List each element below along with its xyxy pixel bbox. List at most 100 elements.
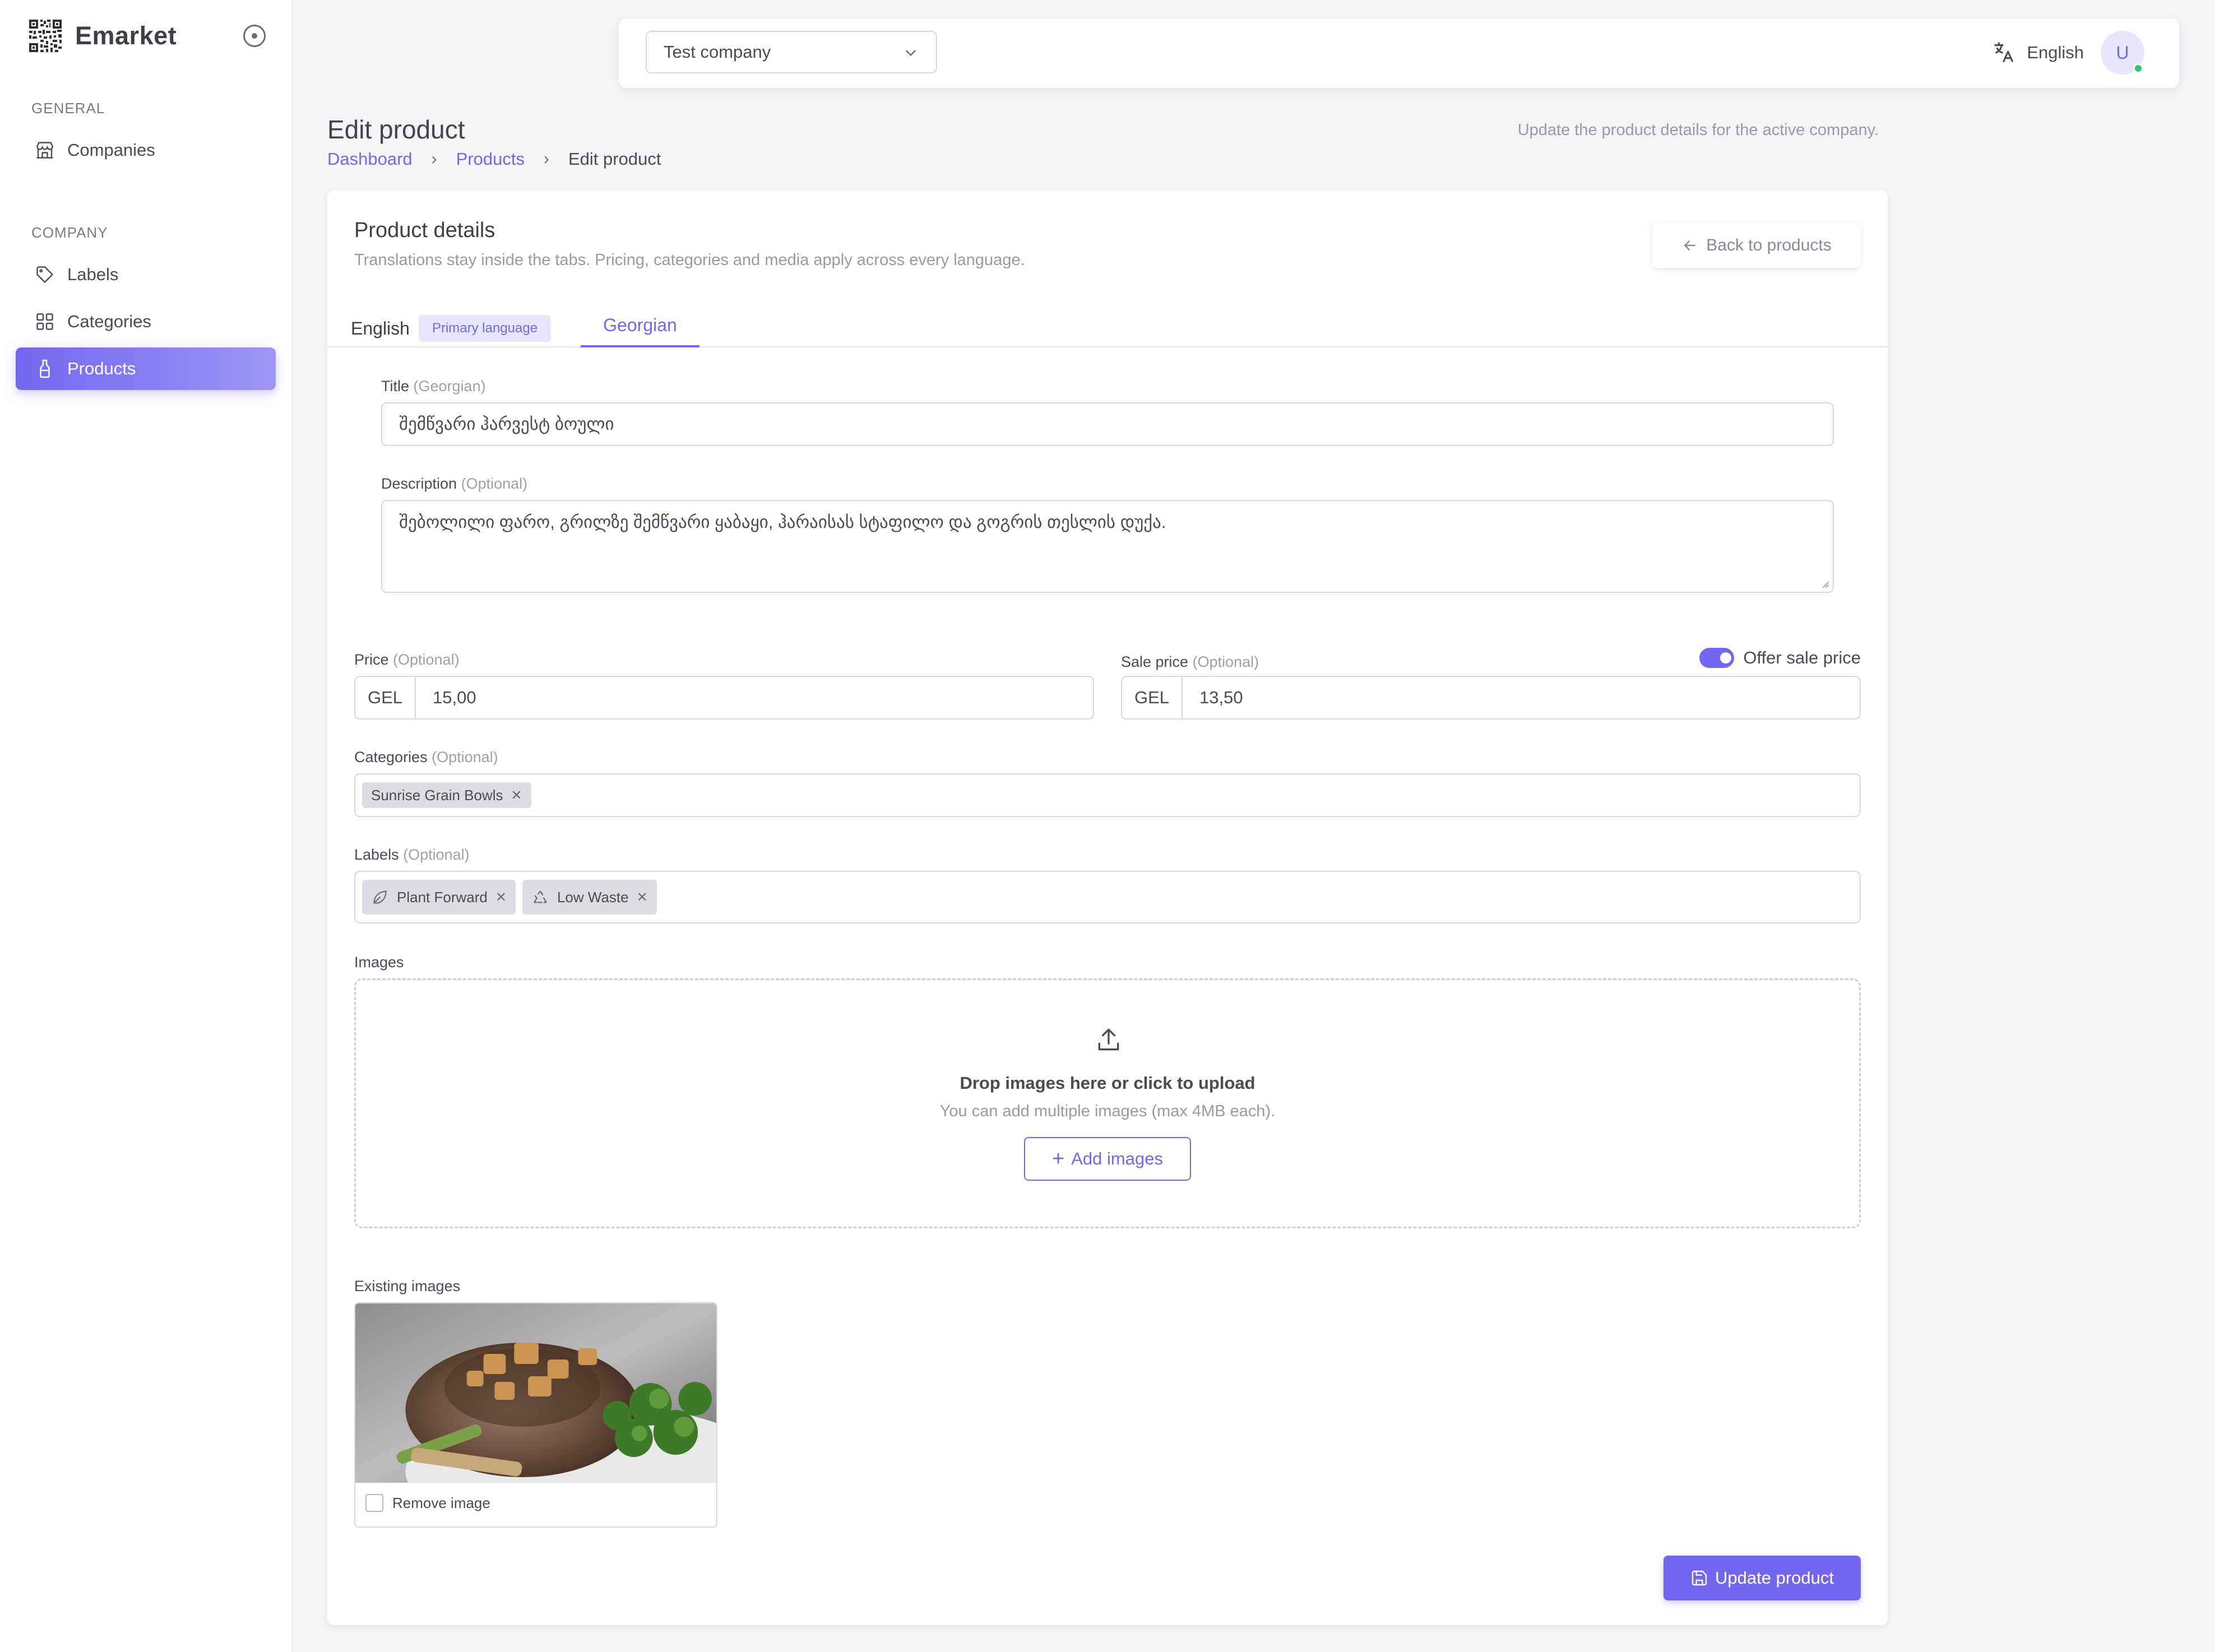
breadcrumb-dashboard[interactable]: Dashboard (327, 149, 413, 169)
sidebar-collapse-button[interactable] (243, 25, 266, 47)
add-images-label: Add images (1071, 1149, 1163, 1168)
breadcrumb: Dashboard › Products › Edit product (327, 149, 661, 169)
tab-english[interactable]: English Primary language (351, 315, 552, 342)
label-chip-text: Low Waste (557, 888, 629, 906)
title-field-label: Title (Georgian) (381, 378, 486, 395)
price-field-label: Price (Optional) (354, 651, 460, 669)
sale-price-label-hint: (Optional) (1192, 653, 1259, 670)
description-textarea[interactable]: შებოლილი ფარო, გრილზე შემწვარი ყაბაყი, ჰ… (381, 500, 1834, 593)
company-select[interactable]: Test company (646, 31, 937, 73)
categories-multiselect[interactable]: Sunrise Grain Bowls ✕ (354, 773, 1861, 817)
update-product-button[interactable]: Update product (1663, 1556, 1861, 1600)
breadcrumb-products[interactable]: Products (456, 149, 525, 169)
sidebar-item-label: Categories (67, 312, 151, 331)
save-icon (1692, 1570, 1707, 1586)
categories-field-label: Categories (Optional) (354, 749, 498, 766)
labels-label-hint: (Optional) (403, 846, 470, 863)
sidebar-item-categories[interactable]: Categories (16, 300, 276, 343)
sidebar-item-products[interactable]: Products (16, 347, 276, 390)
breadcrumb-current: Edit product (568, 149, 661, 169)
price-currency-addon: GEL (355, 677, 416, 718)
sale-price-input[interactable]: GEL 13,50 (1121, 676, 1861, 720)
store-icon (36, 142, 53, 159)
avatar-initial: U (2116, 42, 2129, 63)
label-chip: Plant Forward ✕ (362, 880, 516, 915)
categories-label-text: Categories (354, 749, 428, 765)
remove-chip-icon[interactable]: ✕ (495, 889, 507, 906)
remove-chip-icon[interactable]: ✕ (511, 787, 522, 804)
remove-image-checkbox[interactable] (365, 1494, 383, 1512)
back-to-products-button[interactable]: Back to products (1652, 223, 1861, 268)
upload-icon (1098, 1028, 1119, 1051)
sidebar: Emarket GENERAL Companies COMPANY Labels… (0, 0, 293, 1652)
resize-handle-icon[interactable] (1820, 579, 1829, 588)
price-value: 15,00 (433, 688, 476, 707)
language-switcher[interactable]: English (1991, 40, 2084, 66)
existing-images-label: Existing images (354, 1278, 461, 1294)
sale-price-currency-addon: GEL (1122, 677, 1183, 718)
tag-icon (36, 266, 53, 283)
dropzone-title: Drop images here or click to upload (960, 1073, 1255, 1093)
brand[interactable]: Emarket (29, 19, 177, 53)
offer-sale-price-toggle[interactable] (1699, 648, 1735, 668)
product-photo (355, 1303, 716, 1483)
page-title: Edit product (327, 115, 465, 144)
sidebar-item-companies[interactable]: Companies (16, 129, 276, 171)
title-input[interactable]: შემწვარი ჰარვესტ ბოული (381, 402, 1834, 446)
categories-label-hint: (Optional) (432, 749, 498, 765)
image-dropzone[interactable]: Drop images here or click to upload You … (354, 978, 1861, 1228)
offer-sale-price-toggle-row: Offer sale price (1699, 648, 1861, 668)
user-avatar[interactable]: U (2101, 31, 2144, 75)
sidebar-item-label: Products (67, 359, 136, 378)
card-description: Translations stay inside the tabs. Prici… (354, 251, 1025, 269)
price-label-hint: (Optional) (393, 651, 460, 668)
category-chip-label: Sunrise Grain Bowls (371, 786, 503, 804)
tab-english-label: English (351, 318, 410, 338)
description-field-label: Description (Optional) (381, 475, 527, 493)
labels-label-text: Labels (354, 846, 399, 863)
language-tabs: English Primary language Georgian (327, 307, 1888, 347)
title-input-value: შემწვარი ჰარვესტ ბოული (399, 414, 614, 434)
title-label-text: Title (381, 378, 410, 395)
page-subtitle: Update the product details for the activ… (1517, 121, 1879, 139)
product-form-card: Product details Translations stay inside… (327, 191, 1888, 1625)
offer-sale-price-label: Offer sale price (1743, 648, 1861, 667)
remove-image-option[interactable]: Remove image (365, 1494, 490, 1512)
leaf-icon (373, 890, 387, 904)
primary-language-badge: Primary language (418, 315, 552, 342)
chevron-right-icon: › (544, 150, 549, 168)
online-status-dot (2133, 63, 2143, 73)
translate-icon (1994, 42, 2014, 62)
sidebar-item-label: Companies (67, 140, 155, 160)
sale-price-label-text: Sale price (1121, 653, 1189, 670)
language-label: English (2027, 43, 2084, 62)
title-label-hint: (Georgian) (413, 378, 486, 395)
sidebar-item-label: Labels (67, 264, 119, 284)
qr-logo-icon (29, 20, 62, 52)
tab-georgian[interactable]: Georgian (581, 307, 699, 347)
price-label-text: Price (354, 651, 389, 668)
bottle-icon (40, 359, 50, 378)
sidebar-item-labels[interactable]: Labels (16, 253, 276, 296)
labels-multiselect[interactable]: Plant Forward ✕ Low Waste ✕ (354, 871, 1861, 924)
recycle-icon (534, 890, 547, 903)
description-label-text: Description (381, 475, 457, 492)
price-input[interactable]: GEL 15,00 (354, 676, 1094, 720)
grid-icon (36, 313, 53, 330)
remove-chip-icon[interactable]: ✕ (637, 889, 648, 906)
description-value: შებოლილი ფარო, გრილზე შემწვარი ყაბაყი, ჰ… (399, 512, 1166, 532)
label-chip: Low Waste ✕ (522, 880, 657, 915)
label-chip-text: Plant Forward (397, 888, 488, 906)
app-name: Emarket (75, 21, 177, 50)
chevron-right-icon: › (431, 150, 437, 168)
images-field-label: Images (354, 954, 404, 971)
company-select-value: Test company (664, 42, 771, 62)
add-images-button[interactable]: + Add images (1024, 1137, 1191, 1181)
sale-price-field-label: Sale price (Optional) (1121, 653, 1259, 671)
section-title-company: COMPANY (31, 224, 108, 241)
arrow-left-icon (1684, 240, 1696, 250)
category-chip: Sunrise Grain Bowls ✕ (362, 782, 531, 808)
labels-field-label: Labels (Optional) (354, 846, 470, 864)
sale-price-value: 13,50 (1199, 688, 1243, 707)
section-title-general: GENERAL (31, 100, 105, 117)
